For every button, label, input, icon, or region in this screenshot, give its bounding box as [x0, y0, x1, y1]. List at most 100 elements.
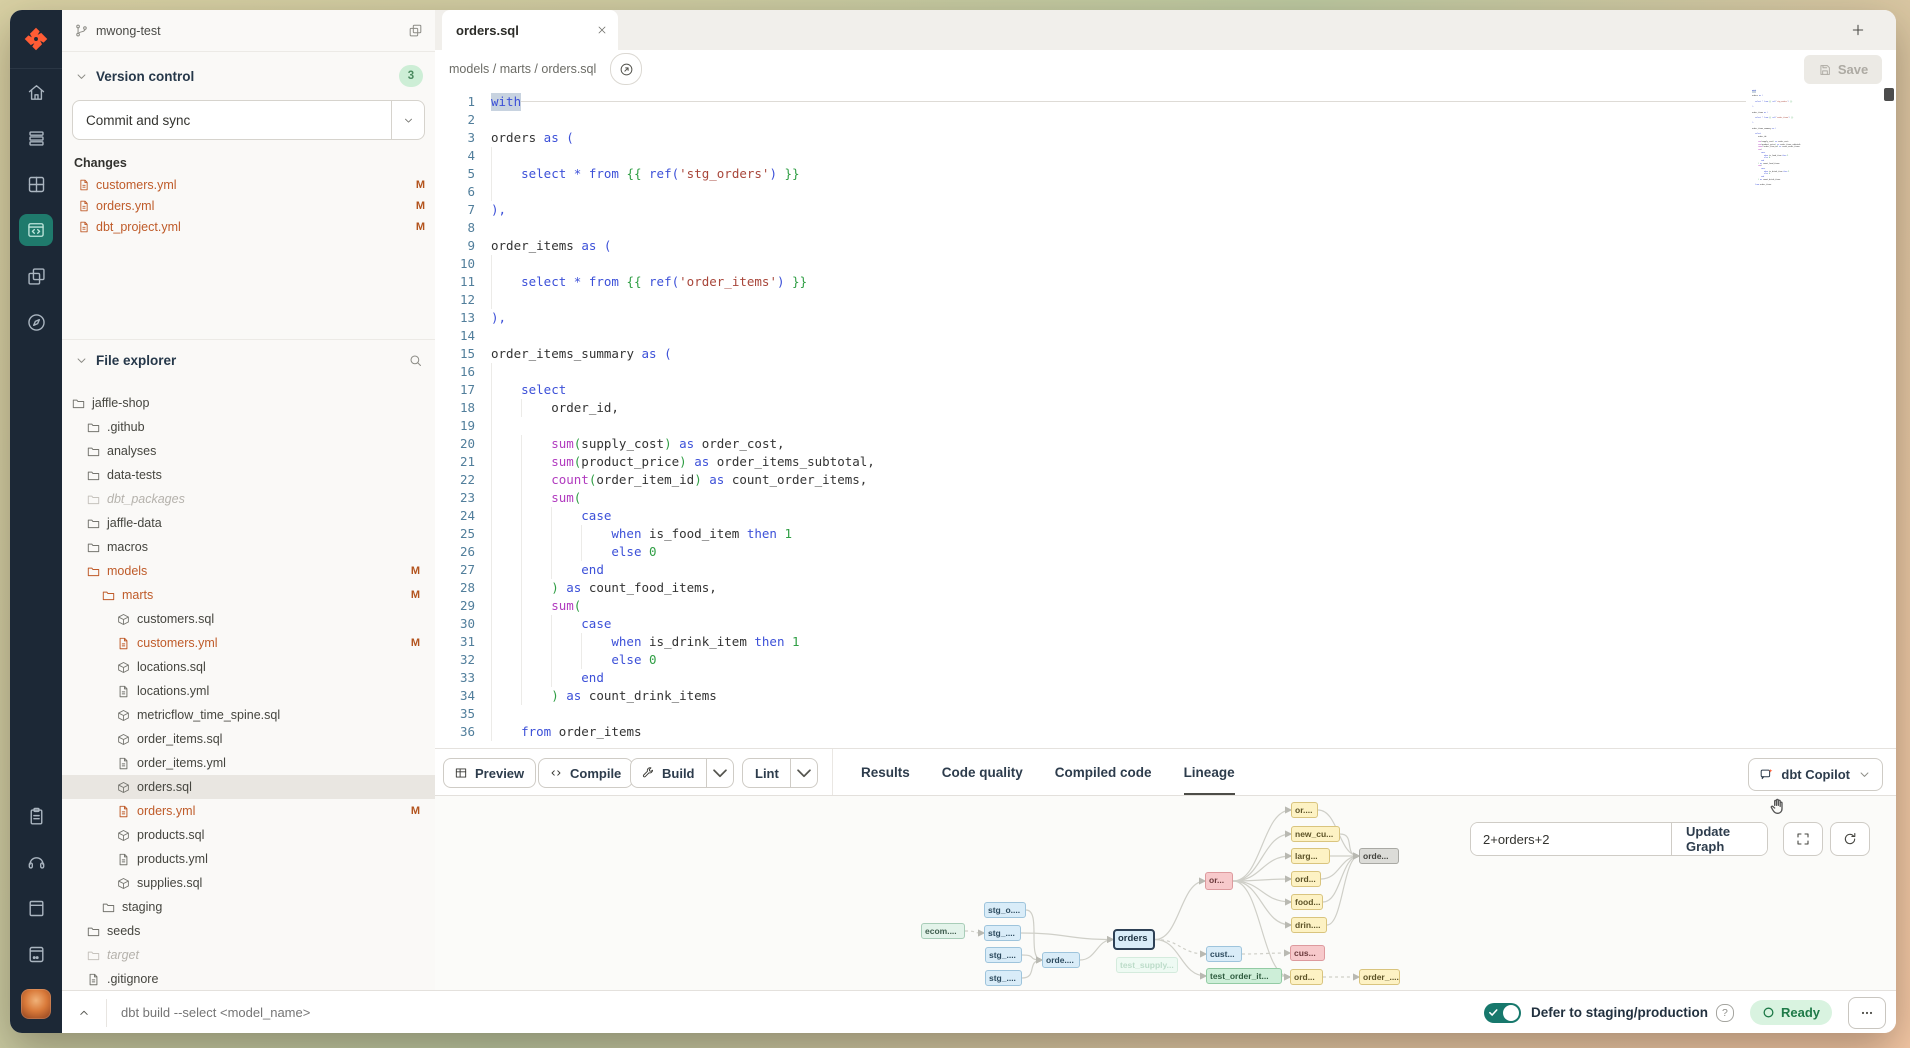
user-avatar[interactable]: [21, 989, 51, 1019]
scrollbar-thumb[interactable]: [1884, 88, 1894, 101]
update-graph-button[interactable]: Update Graph: [1671, 822, 1767, 856]
explore-icon[interactable]: [10, 299, 62, 345]
docs-icon[interactable]: [10, 885, 62, 931]
file-tree-item-customers-sql[interactable]: customers.sql: [62, 607, 435, 631]
file-tree-item-products-sql[interactable]: products.sql: [62, 823, 435, 847]
file-tree-item-locations-yml[interactable]: locations.yml: [62, 679, 435, 703]
commit-dropdown-chevron[interactable]: [391, 101, 424, 139]
file-tree-item-products-yml[interactable]: products.yml: [62, 847, 435, 871]
lineage-node-y1[interactable]: or....: [1291, 802, 1318, 818]
lineage-node-orde1[interactable]: orde....: [1042, 952, 1080, 968]
lineage-edge: [1026, 910, 1042, 960]
lint-dropdown-chevron[interactable]: [790, 759, 817, 787]
lineage-node-stg_o[interactable]: stg_o....: [984, 902, 1026, 918]
changed-file-row[interactable]: customers.ymlM: [62, 174, 435, 195]
dbt-logo[interactable]: [10, 10, 62, 69]
lineage-node-stg_b[interactable]: stg_....: [984, 925, 1021, 941]
version-control-header[interactable]: Version control 3: [62, 52, 435, 96]
file-tree-item-dbt-packages[interactable]: dbt_packages: [62, 487, 435, 511]
code-editor[interactable]: 1234567891011121314151617181920212223242…: [435, 88, 1896, 748]
lineage-node-ghost1[interactable]: test_supply...: [1116, 957, 1178, 973]
file-tree-item--gitignore[interactable]: .gitignore: [62, 967, 435, 991]
file-tree-item-supplies-sql[interactable]: supplies.sql: [62, 871, 435, 895]
lineage-node-orders[interactable]: orders: [1113, 929, 1155, 950]
build-dropdown-chevron[interactable]: [706, 759, 733, 787]
selector-input[interactable]: [1471, 823, 1671, 855]
file-tree-item-orders-sql[interactable]: orders.sql: [62, 775, 435, 799]
tab-compiled-code[interactable]: Compiled code: [1055, 749, 1152, 796]
code-line: select: [491, 381, 1746, 399]
tab-lineage[interactable]: Lineage: [1184, 749, 1235, 796]
lineage-node-y4[interactable]: ord...: [1291, 871, 1321, 887]
lineage-node-orp[interactable]: or...: [1205, 872, 1233, 890]
lineage-node-y5[interactable]: food...: [1291, 894, 1323, 910]
apps-grid-icon[interactable]: [10, 161, 62, 207]
lineage-node-y8[interactable]: order_....: [1359, 969, 1400, 985]
file-tree-item-data-tests[interactable]: data-tests: [62, 463, 435, 487]
develop-icon[interactable]: [10, 207, 62, 253]
environments-icon[interactable]: [10, 115, 62, 161]
commit-and-sync-button[interactable]: Commit and sync: [72, 100, 425, 140]
tab-orders-sql[interactable]: orders.sql: [442, 10, 618, 50]
lineage-node-ecom[interactable]: ecom....: [921, 923, 965, 939]
file-tree-item-staging[interactable]: staging: [62, 895, 435, 919]
home-icon[interactable]: [10, 69, 62, 115]
command-input[interactable]: [107, 1005, 1484, 1020]
file-tree-item-metricflow-time-spine-sql[interactable]: metricflow_time_spine.sql: [62, 703, 435, 727]
code-pane[interactable]: withorders as (select * from {{ ref('stg…: [491, 93, 1746, 741]
lineage-node-stg_c[interactable]: stg_....: [985, 947, 1022, 963]
expand-console-chevron[interactable]: [62, 1006, 106, 1020]
lineage-node-y3[interactable]: larg...: [1291, 848, 1330, 864]
support-icon[interactable]: [10, 839, 62, 885]
lineage-node-test1[interactable]: test_order_it...: [1206, 968, 1282, 984]
orchestration-icon[interactable]: [10, 253, 62, 299]
notes-icon[interactable]: [10, 793, 62, 839]
changed-file-row[interactable]: orders.ymlM: [62, 195, 435, 216]
changelog-icon[interactable]: [10, 931, 62, 977]
lineage-node-cust[interactable]: cust...: [1206, 946, 1242, 962]
file-tree-item-order-items-yml[interactable]: order_items.yml: [62, 751, 435, 775]
file-tree-item-macros[interactable]: macros: [62, 535, 435, 559]
file-tree-item-models[interactable]: modelsM: [62, 559, 435, 583]
file-tree-item-jaffle-shop[interactable]: jaffle-shop: [62, 391, 435, 415]
more-options-button[interactable]: [1848, 997, 1886, 1029]
open-in-explore-icon[interactable]: [610, 53, 642, 85]
tab-results[interactable]: Results: [861, 749, 910, 796]
new-tab-button[interactable]: [1846, 18, 1870, 42]
fullscreen-button[interactable]: [1783, 822, 1823, 856]
lint-button[interactable]: Lint: [742, 758, 818, 788]
ready-status-badge[interactable]: Ready: [1750, 1000, 1832, 1025]
refresh-button[interactable]: [1830, 822, 1870, 856]
file-explorer-header[interactable]: File explorer: [62, 340, 435, 377]
file-tree-item-marts[interactable]: martsM: [62, 583, 435, 607]
lineage-node-y6[interactable]: drin....: [1291, 917, 1327, 933]
file-tree-item--github[interactable]: .github: [62, 415, 435, 439]
copy-icon[interactable]: [408, 23, 423, 38]
defer-toggle[interactable]: [1484, 1003, 1521, 1023]
file-tree-item-seeds[interactable]: seeds: [62, 919, 435, 943]
build-button[interactable]: Build: [630, 758, 734, 788]
file-tree-item-target[interactable]: target: [62, 943, 435, 967]
minimap[interactable]: withorders as (select * from {{ ref('stg…: [1752, 90, 1880, 187]
lineage-node-y7[interactable]: ord...: [1290, 969, 1323, 985]
file-tree-item-jaffle-data[interactable]: jaffle-data: [62, 511, 435, 535]
save-button[interactable]: Save: [1804, 55, 1882, 84]
dbt-copilot-button[interactable]: dbt Copilot: [1748, 758, 1883, 791]
branch-row[interactable]: mwong-test: [62, 10, 435, 52]
file-tree-item-order-items-sql[interactable]: order_items.sql: [62, 727, 435, 751]
lineage-node-gray1[interactable]: orde...: [1359, 848, 1399, 864]
help-icon[interactable]: ?: [1716, 1004, 1734, 1022]
lineage-node-stg_d[interactable]: stg_....: [985, 970, 1022, 986]
lineage-node-cusp[interactable]: cus...: [1290, 945, 1325, 961]
lineage-node-y2[interactable]: new_cu...: [1291, 826, 1340, 842]
search-icon[interactable]: [408, 353, 423, 368]
changed-file-row[interactable]: dbt_project.ymlM: [62, 216, 435, 237]
file-tree-item-analyses[interactable]: analyses: [62, 439, 435, 463]
preview-button[interactable]: Preview: [443, 758, 536, 788]
compile-button[interactable]: Compile: [538, 758, 633, 788]
file-tree-item-orders-yml[interactable]: orders.ymlM: [62, 799, 435, 823]
file-tree-item-locations-sql[interactable]: locations.sql: [62, 655, 435, 679]
file-tree-item-customers-yml[interactable]: customers.ymlM: [62, 631, 435, 655]
close-icon[interactable]: [596, 24, 608, 36]
tab-code-quality[interactable]: Code quality: [942, 749, 1023, 796]
